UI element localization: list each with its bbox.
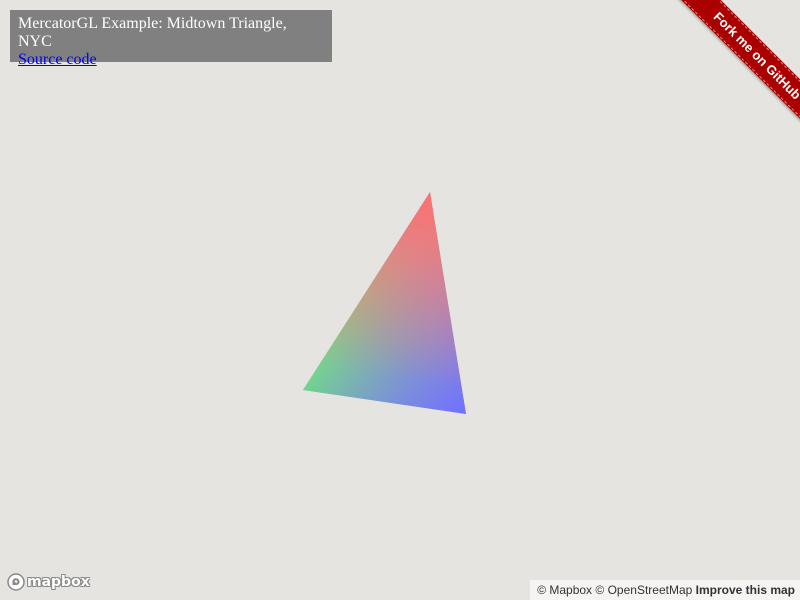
mapbox-logo-icon [7, 573, 25, 591]
map-attribution: © Mapbox © OpenStreetMap Improve this ma… [530, 580, 800, 600]
attribution-osm-link[interactable]: © OpenStreetMap [595, 583, 692, 597]
fork-me-on-github-link[interactable]: Fork me on GitHub [677, 0, 800, 136]
mapbox-logo[interactable]: mapbox [7, 572, 93, 592]
improve-this-map-link[interactable]: Improve this map [696, 583, 795, 597]
info-panel: MercatorGL Example: Midtown Triangle, NY… [10, 10, 332, 68]
attribution-mapbox-link[interactable]: © Mapbox [537, 583, 592, 597]
source-code-link[interactable]: Source code [18, 51, 97, 68]
page-title: MercatorGL Example: Midtown Triangle, NY… [18, 15, 287, 50]
mapbox-logo-text: mapbox [27, 574, 90, 590]
github-ribbon: Fork me on GitHub [651, 0, 800, 149]
midtown-triangle [303, 192, 466, 414]
